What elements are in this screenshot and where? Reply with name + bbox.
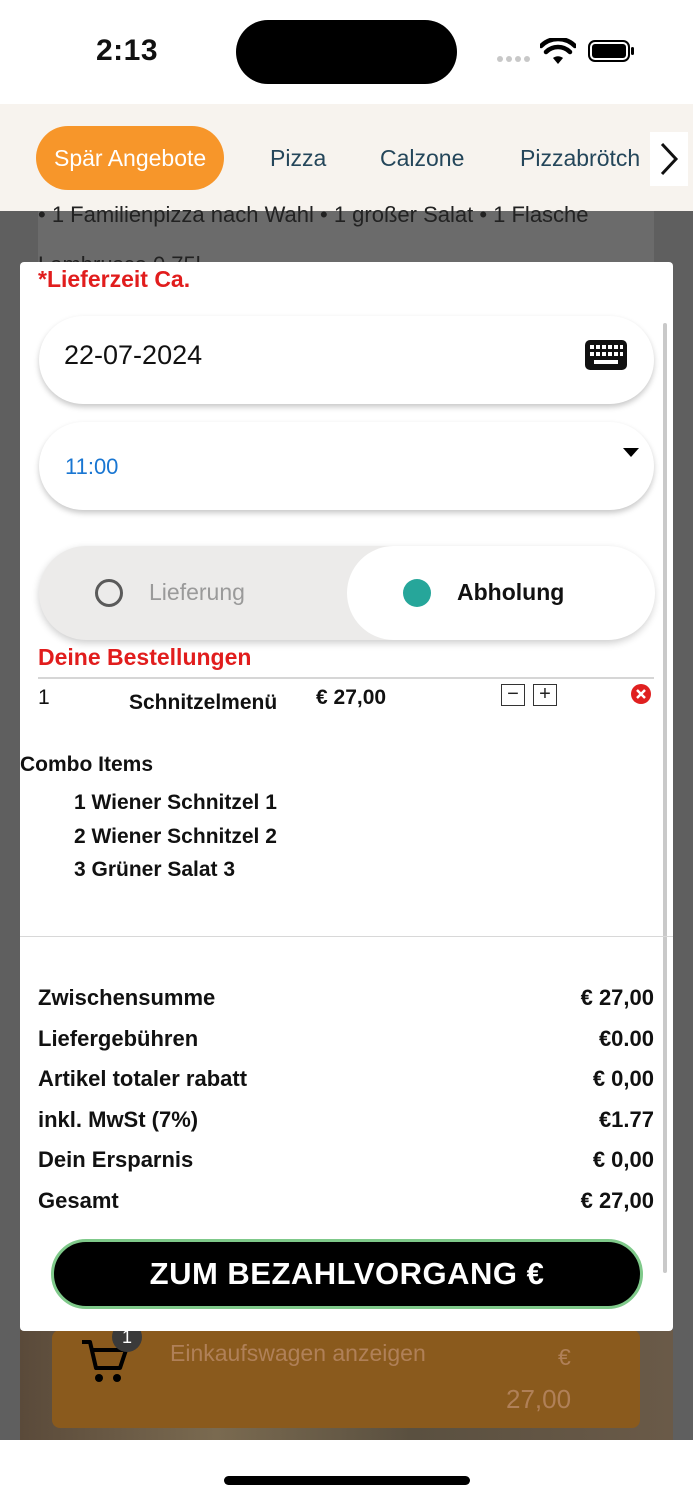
totals-section: Zwischensumme € 27,00 Liefergebühren €0.… xyxy=(38,985,654,1228)
option-pickup[interactable]: Abholung xyxy=(347,546,655,640)
tax-label: inkl. MwSt (7%) xyxy=(38,1106,199,1132)
orders-divider xyxy=(38,677,654,679)
option-delivery-label: Lieferung xyxy=(149,579,245,605)
checkout-button[interactable]: ZUM BEZAHLVORGANG € xyxy=(51,1239,643,1309)
cart-currency: € xyxy=(558,1344,571,1370)
subtotal-value: € 27,00 xyxy=(580,985,654,1010)
delivery-fee-value: €0.00 xyxy=(598,1025,654,1051)
time-value: 11:00 xyxy=(65,454,119,479)
item-quantity: 1 xyxy=(38,686,50,709)
dynamic-island xyxy=(236,20,457,84)
combo-item: 3 Grüner Salat 3 xyxy=(74,858,236,881)
home-indicator[interactable] xyxy=(224,1476,470,1485)
subtotal-label: Zwischensumme xyxy=(38,985,216,1010)
savings-label: Dein Ersparnis xyxy=(38,1147,194,1172)
option-delivery[interactable]: Lieferung xyxy=(39,546,347,640)
battery-icon xyxy=(588,40,634,62)
time-select[interactable]: 11:00 xyxy=(39,422,654,510)
discount-value: € 0,00 xyxy=(592,1066,654,1091)
tab-pizzabroetchen[interactable]: Pizzabrötch xyxy=(502,126,640,190)
checkout-button-label: ZUM BEZAHLVORGANG € xyxy=(149,1256,545,1291)
tab-pizza[interactable]: Pizza xyxy=(252,126,344,190)
date-field[interactable]: 22-07-2024 xyxy=(39,316,654,404)
savings-value: € 0,00 xyxy=(592,1147,654,1172)
subtotal-row: Zwischensumme € 27,00 xyxy=(38,985,654,1026)
tab-scroll-right-button[interactable] xyxy=(650,132,688,186)
combo-item: 2 Wiener Schnitzel 2 xyxy=(74,824,277,848)
combo-items-list: 1 Wiener Schnitzel 1 2 Wiener Schnitzel … xyxy=(74,786,277,887)
tab-calzone[interactable]: Calzone xyxy=(362,126,482,190)
status-bar: 2:13 xyxy=(0,0,693,104)
remove-item-icon[interactable] xyxy=(631,684,651,704)
date-value: 22-07-2024 xyxy=(64,340,203,370)
delivery-fee-row: Liefergebühren €0.00 xyxy=(38,1026,654,1067)
tab-spar-angebote[interactable]: Spär Angebote xyxy=(36,126,225,190)
summary-divider xyxy=(20,936,673,937)
view-cart-label: Einkaufswagen anzeigen xyxy=(170,1340,426,1366)
combo-items-title: Combo Items xyxy=(20,753,154,776)
radio-unselected-icon xyxy=(95,579,123,607)
item-name: Schnitzelmenü xyxy=(129,691,278,714)
tax-value: €1.77 xyxy=(598,1106,654,1132)
total-row: Gesamt € 27,00 xyxy=(38,1188,654,1229)
keyboard-icon[interactable] xyxy=(585,340,627,370)
item-price: € 27,00 xyxy=(316,686,387,709)
savings-row: Dein Ersparnis € 0,00 xyxy=(38,1147,654,1188)
delivery-mode-toggle: Lieferung Abholung xyxy=(39,546,655,640)
status-time: 2:13 xyxy=(96,34,159,67)
offer-description: • 1 Familienpizza nach Wahl • 1 großer S… xyxy=(38,202,589,227)
total-label: Gesamt xyxy=(38,1187,119,1213)
tax-row: inkl. MwSt (7%) €1.77 xyxy=(38,1107,654,1148)
delivery-fee-label: Liefergebühren xyxy=(38,1025,199,1051)
decrease-quantity-button[interactable]: − xyxy=(501,684,525,706)
chevron-right-icon xyxy=(660,142,679,176)
radio-selected-icon xyxy=(403,579,431,607)
discount-row: Artikel totaler rabatt € 0,00 xyxy=(38,1066,654,1107)
category-tab-bar: Spär Angebote Pizza Calzone Pizzabrötch xyxy=(0,104,693,211)
cellular-signal-icon xyxy=(497,56,530,62)
caret-down-icon xyxy=(623,448,639,457)
option-pickup-label: Abholung xyxy=(457,579,565,605)
wifi-icon xyxy=(540,38,576,64)
total-value: € 27,00 xyxy=(580,1187,654,1213)
modal-scrollbar[interactable] xyxy=(663,323,667,1273)
increase-quantity-button[interactable]: + xyxy=(533,684,557,706)
delivery-time-label: *Lieferzeit Ca. xyxy=(38,266,191,292)
orders-title: Deine Bestellungen xyxy=(38,644,252,670)
combo-item: 1 Wiener Schnitzel 1 xyxy=(74,791,277,814)
cart-total: 27,00 xyxy=(506,1384,572,1414)
discount-label: Artikel totaler rabatt xyxy=(38,1066,248,1091)
